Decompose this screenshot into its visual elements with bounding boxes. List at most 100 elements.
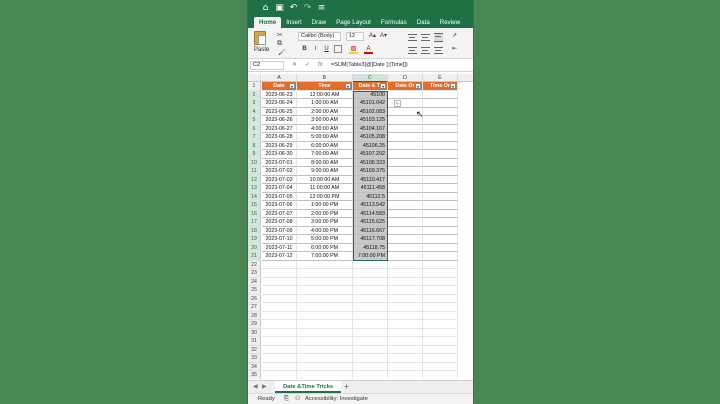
column-header-a[interactable]: A — [262, 74, 297, 82]
cell[interactable] — [388, 371, 423, 379]
cancel-button[interactable]: ✕ — [292, 61, 297, 70]
row-header[interactable]: 15 — [248, 201, 261, 210]
row-header[interactable]: 32 — [248, 345, 261, 354]
cell[interactable] — [297, 260, 353, 269]
cell[interactable] — [297, 328, 353, 337]
table-cell[interactable]: 1:00:00 PM — [297, 201, 353, 210]
cell[interactable] — [262, 277, 297, 286]
cell[interactable] — [423, 201, 458, 210]
cell[interactable] — [388, 218, 423, 227]
table-cell[interactable]: 2023-07-02 — [262, 167, 297, 176]
worksheet-grid[interactable]: A B C D E 1 Date ▾ Time ▾ Date & Ti ▾ Date Or ▾ Time O… — [248, 74, 473, 379]
cell[interactable] — [262, 320, 297, 329]
table-cell[interactable]: 2:00:00 AM — [297, 107, 353, 116]
cell[interactable] — [297, 354, 353, 363]
row-header[interactable]: 13 — [248, 184, 261, 193]
cell[interactable] — [262, 345, 297, 354]
table-cell[interactable]: 45114.583 — [353, 209, 388, 218]
cell[interactable] — [388, 269, 423, 278]
table-cell[interactable]: 7:00:00 AM — [297, 150, 353, 159]
borders-icon[interactable] — [334, 45, 342, 53]
align-center-icon[interactable] — [421, 47, 430, 54]
row-header[interactable]: 31 — [248, 337, 261, 346]
cell[interactable] — [388, 124, 423, 133]
cell[interactable] — [423, 90, 458, 99]
table-cell[interactable]: 2023-06-25 — [262, 107, 297, 116]
table-cell[interactable]: 2023-07-07 — [262, 209, 297, 218]
table-cell[interactable]: 2023-06-28 — [262, 133, 297, 142]
row-header[interactable]: 18 — [248, 226, 261, 235]
row-header[interactable]: 7 — [248, 133, 261, 142]
cell[interactable] — [388, 167, 423, 176]
filter-dropdown-icon[interactable]: ▾ — [289, 83, 295, 89]
align-left-icon[interactable] — [408, 47, 417, 54]
select-all-corner[interactable] — [248, 74, 261, 82]
grow-font-button[interactable]: A▴ — [368, 32, 377, 41]
cell[interactable] — [353, 277, 388, 286]
row-header[interactable]: 29 — [248, 320, 261, 329]
cell[interactable] — [423, 226, 458, 235]
table-cell[interactable]: 2023-07-10 — [262, 235, 297, 244]
table-cell[interactable]: 45108.333 — [353, 158, 388, 167]
tab-insert[interactable]: Insert — [281, 17, 306, 28]
cell[interactable] — [423, 218, 458, 227]
column-header-d[interactable]: D — [388, 74, 423, 82]
cell[interactable] — [353, 294, 388, 303]
more-icon[interactable]: ≡ — [316, 3, 327, 14]
table-cell[interactable]: 45110.417 — [353, 175, 388, 184]
row-header[interactable]: 21 — [248, 252, 261, 261]
cell[interactable] — [388, 175, 423, 184]
tab-review[interactable]: Review — [435, 17, 465, 28]
cell[interactable] — [297, 303, 353, 312]
cell[interactable] — [262, 337, 297, 346]
font-color-button[interactable]: A — [364, 45, 373, 54]
cell[interactable] — [388, 90, 423, 99]
cell[interactable] — [297, 269, 353, 278]
cell[interactable] — [423, 269, 458, 278]
table-cell[interactable]: 9:00:00 AM — [297, 167, 353, 176]
cell[interactable] — [262, 362, 297, 371]
table-cell[interactable]: 4:00:00 AM — [297, 124, 353, 133]
cell[interactable] — [388, 243, 423, 252]
row-header[interactable]: 25 — [248, 286, 261, 295]
table-cell[interactable]: 3:00:00 PM — [297, 218, 353, 227]
row-header[interactable]: 5 — [248, 116, 261, 125]
row-header[interactable]: 9 — [248, 150, 261, 159]
cell[interactable] — [388, 226, 423, 235]
cell[interactable] — [353, 337, 388, 346]
table-cell[interactable]: 45105.208 — [353, 133, 388, 142]
cell[interactable] — [262, 354, 297, 363]
cell[interactable] — [297, 337, 353, 346]
cell[interactable] — [388, 286, 423, 295]
table-cell[interactable]: 2023-07-12 — [262, 252, 297, 261]
name-box[interactable]: C2 — [250, 61, 284, 70]
table-cell[interactable]: 45113.542 — [353, 201, 388, 210]
row-header[interactable]: 33 — [248, 354, 261, 363]
table-cell[interactable]: 7:00:00 PM — [353, 252, 388, 261]
macro-record-icon[interactable]: ⎘ — [284, 394, 289, 404]
cell[interactable] — [262, 260, 297, 269]
cell[interactable] — [388, 277, 423, 286]
indent-icon[interactable]: ⇤ — [450, 45, 459, 54]
table-cell[interactable]: 45111.458 — [353, 184, 388, 193]
cell[interactable] — [423, 260, 458, 269]
cell[interactable] — [297, 286, 353, 295]
row-header[interactable]: 27 — [248, 303, 261, 312]
table-header-cell[interactable]: Date Or ▾ — [388, 82, 423, 91]
table-cell[interactable]: 12:00:00 AM — [297, 90, 353, 99]
formula-input[interactable]: =SUM(Table3[@[Date ]:[Time]]) — [331, 61, 408, 70]
cell[interactable] — [353, 320, 388, 329]
accessibility-icon[interactable]: ⚇ — [295, 394, 300, 404]
orientation-icon[interactable]: ↗ — [450, 32, 459, 41]
cell[interactable] — [423, 243, 458, 252]
row-header[interactable]: 19 — [248, 235, 261, 244]
cell[interactable] — [262, 269, 297, 278]
font-name-select[interactable]: Calibri (Body) — [298, 32, 341, 41]
table-cell[interactable]: 3:00:00 AM — [297, 116, 353, 125]
row-header[interactable]: 2 — [248, 90, 261, 99]
align-right-icon[interactable] — [434, 47, 443, 54]
filter-dropdown-icon[interactable]: ▾ — [415, 83, 421, 89]
table-cell[interactable]: 45112.5 — [353, 192, 388, 201]
table-header-cell[interactable]: Date ▾ — [262, 82, 297, 91]
cell[interactable] — [423, 158, 458, 167]
